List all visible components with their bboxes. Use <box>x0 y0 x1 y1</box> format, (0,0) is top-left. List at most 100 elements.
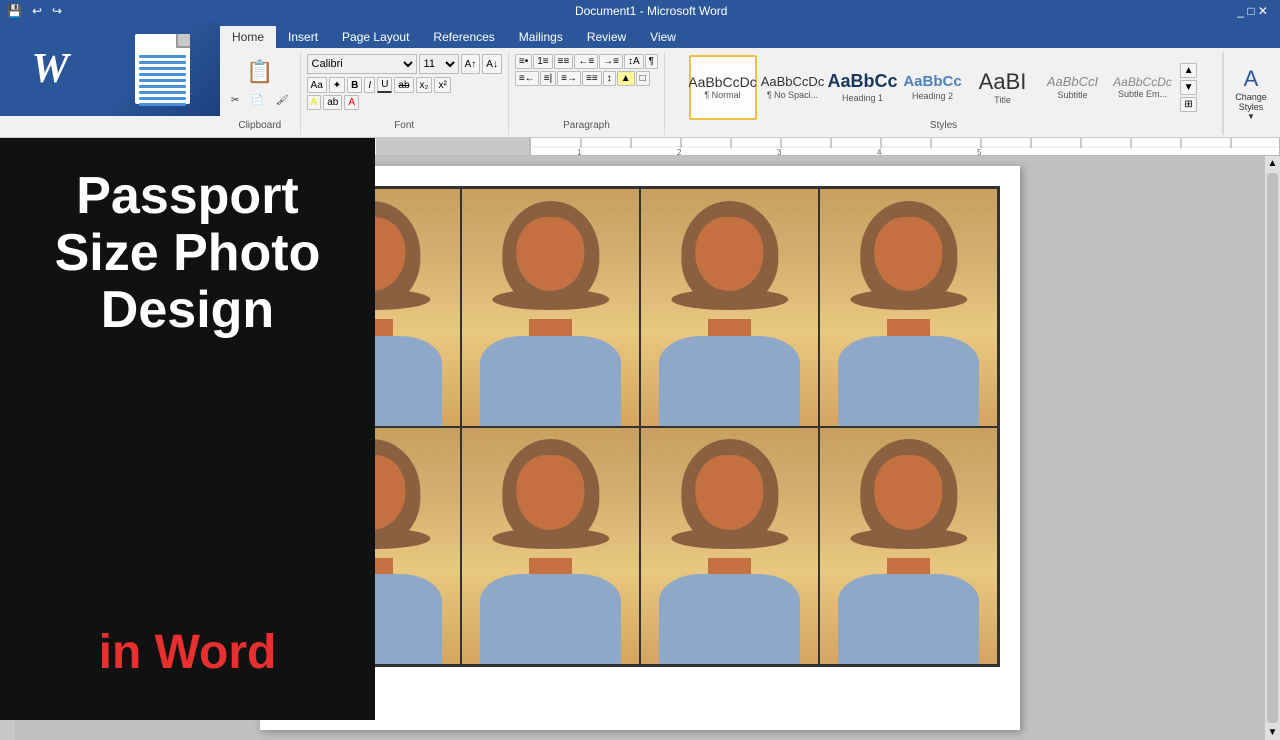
tab-page-layout[interactable]: Page Layout <box>330 26 421 48</box>
photo-grid <box>280 186 1000 667</box>
italic-btn[interactable]: I <box>364 77 375 93</box>
align-right-btn[interactable]: ≡→ <box>557 71 581 86</box>
font-name-select[interactable]: Calibri <box>307 54 417 74</box>
photo-cell-2 <box>461 188 640 427</box>
style-h1-label: Heading 1 <box>842 93 883 103</box>
photo-cell-7 <box>640 427 819 666</box>
photo-cell-8 <box>819 427 998 666</box>
svg-text:2: 2 <box>677 148 682 156</box>
photo-cell-4 <box>819 188 998 427</box>
increase-indent-btn[interactable]: →≡ <box>599 54 623 69</box>
strikethrough-btn[interactable]: ab <box>394 77 413 93</box>
tab-review[interactable]: Review <box>575 26 638 48</box>
person-photo-7 <box>641 428 818 665</box>
person-photo-4 <box>820 189 997 426</box>
svg-text:4: 4 <box>877 148 882 156</box>
quick-access-toolbar: 💾 ↩ ↪ Document1 - Microsoft Word _ □ ✕ <box>0 0 1280 22</box>
redo-btn[interactable]: ↪ <box>49 3 65 19</box>
style-no-spacing[interactable]: AaBbCcDc ¶ No Spaci... <box>759 55 827 120</box>
style-heading2[interactable]: AaBbCc Heading 2 <box>899 55 967 120</box>
person-head-8 <box>860 439 957 545</box>
style-normal[interactable]: AaBbCcDc ¶ Normal <box>689 55 757 120</box>
style-subtle-em[interactable]: AaBbCcDc Subtle Em... <box>1109 55 1177 120</box>
person-head-6 <box>502 439 599 545</box>
show-hide-btn[interactable]: ¶ <box>645 54 658 69</box>
svg-text:5: 5 <box>977 148 982 156</box>
ruler-svg: 1 2 3 4 5 <box>531 138 1279 156</box>
copy-btn[interactable]: 📄 <box>246 92 268 109</box>
doc-lines <box>139 52 186 109</box>
svg-text:3: 3 <box>777 148 782 156</box>
shading-btn[interactable]: ▲ <box>617 71 635 86</box>
change-styles-label: ChangeStyles <box>1235 92 1267 112</box>
cut-btn[interactable]: ✂ <box>226 92 244 109</box>
superscript-btn[interactable]: x² <box>434 77 450 93</box>
clipboard-label: Clipboard <box>238 120 281 133</box>
vertical-scrollbar[interactable]: ▲ ▼ <box>1265 156 1280 740</box>
scroll-up-btn[interactable]: ▲ <box>1266 156 1280 171</box>
clipboard-group: 📋 ✂ 📄 🖌 Clipboard <box>220 52 301 135</box>
person-head-3 <box>681 201 778 307</box>
format-painter-btn[interactable]: 🖌 <box>271 92 294 109</box>
paragraph-group-label: Paragraph <box>563 120 610 133</box>
change-styles-button[interactable]: A ChangeStyles ▼ <box>1223 52 1278 135</box>
change-styles-arrow: ▼ <box>1247 112 1255 121</box>
tab-references[interactable]: References <box>421 26 506 48</box>
text-highlight-btn[interactable]: A <box>307 95 322 110</box>
word-logo-area: W <box>0 22 220 116</box>
tab-home[interactable]: Home <box>220 26 276 48</box>
multilevel-btn[interactable]: ≡≡ <box>554 54 574 69</box>
strikethrough2-btn[interactable]: ab <box>323 95 342 110</box>
decrease-indent-btn[interactable]: ←≡ <box>574 54 598 69</box>
svg-text:1: 1 <box>577 148 582 156</box>
increase-font-btn[interactable]: A↑ <box>461 54 481 74</box>
person-face-8 <box>874 455 942 530</box>
sort-btn[interactable]: ↕A <box>624 54 644 69</box>
styles-gallery: AaBbCcDc ¶ Normal AaBbCcDc ¶ No Spaci...… <box>689 54 1199 120</box>
bold-btn[interactable]: B <box>347 77 362 93</box>
person-face-2 <box>516 217 584 292</box>
justify-btn[interactable]: ≡≡ <box>582 71 602 86</box>
font-color-btn[interactable]: A <box>344 95 359 110</box>
scroll-down-btn[interactable]: ▼ <box>1266 725 1280 740</box>
person-head-4 <box>860 201 957 307</box>
person-shirt-3 <box>659 336 801 426</box>
window-controls[interactable]: _ □ ✕ <box>1237 4 1268 18</box>
tab-mailings[interactable]: Mailings <box>507 26 575 48</box>
style-subtitle-label: Subtitle <box>1058 90 1088 100</box>
style-h2-preview: AaBbCc <box>903 73 961 91</box>
underline-btn[interactable]: U <box>377 77 392 93</box>
styles-scroll-down[interactable]: ▼ <box>1180 80 1198 95</box>
person-shirt-7 <box>659 574 801 664</box>
style-subtitle[interactable]: AaBbCcI Subtitle <box>1039 55 1107 120</box>
bullets-btn[interactable]: ≡• <box>515 54 532 69</box>
line-spacing-btn[interactable]: ↕ <box>603 71 616 86</box>
font-group-label: Font <box>394 120 414 133</box>
style-heading1[interactable]: AaBbCc Heading 1 <box>829 55 897 120</box>
style-h2-label: Heading 2 <box>912 91 953 101</box>
scroll-thumb[interactable] <box>1267 173 1278 723</box>
style-title[interactable]: AaBI Title <box>969 55 1037 120</box>
left-overlay: PassportSize PhotoDesign in Word <box>0 138 375 720</box>
paste-btn[interactable]: 📋 <box>237 54 282 90</box>
decrease-font-btn[interactable]: A↓ <box>482 54 502 74</box>
save-btn[interactable]: 💾 <box>4 3 25 19</box>
subscript-btn[interactable]: x₂ <box>416 77 433 93</box>
undo-btn[interactable]: ↩ <box>29 3 45 19</box>
numbering-btn[interactable]: 1≡ <box>533 54 552 69</box>
styles-more[interactable]: ⊞ <box>1180 97 1196 112</box>
font-size-select[interactable]: 11 <box>419 54 459 74</box>
borders-btn[interactable]: □ <box>636 71 650 86</box>
overlay-black-bg: PassportSize PhotoDesign in Word <box>0 138 375 720</box>
align-center-btn[interactable]: ≡| <box>540 71 556 86</box>
title-bar-text: Document1 - Microsoft Word <box>69 4 1233 18</box>
change-case-btn[interactable]: Aa <box>307 77 327 93</box>
align-left-btn[interactable]: ≡← <box>515 71 539 86</box>
word-logo-inner: W <box>20 29 200 109</box>
tab-insert[interactable]: Insert <box>276 26 330 48</box>
tab-view[interactable]: View <box>638 26 688 48</box>
styles-scroll-up[interactable]: ▲ <box>1180 63 1198 78</box>
style-no-spacing-preview: AaBbCcDc <box>761 74 825 90</box>
styles-group-label: Styles <box>930 120 957 133</box>
clear-format-btn[interactable]: ✦ <box>329 77 345 93</box>
